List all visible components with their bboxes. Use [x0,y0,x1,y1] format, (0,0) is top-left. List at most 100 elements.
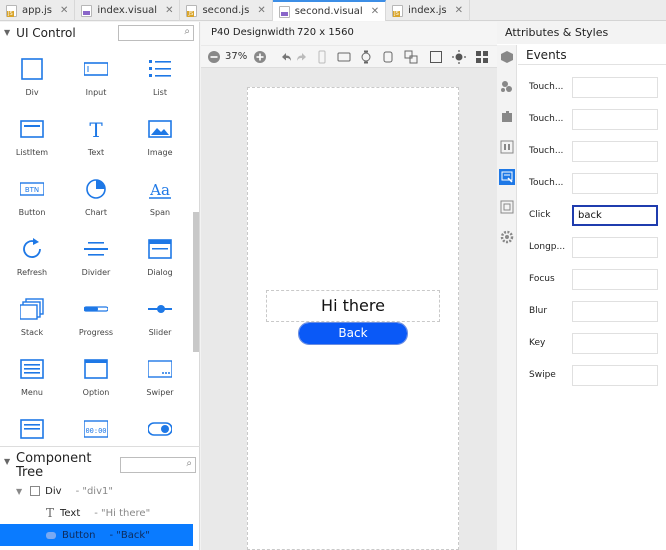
watch-icon[interactable] [359,50,373,64]
tab-app-js[interactable]: app.js ✕ [0,0,76,21]
control-text[interactable]: T Text [64,105,128,165]
close-icon[interactable]: ✕ [60,5,68,16]
list-icon [149,60,171,77]
control-dialog[interactable]: Dialog [128,225,192,285]
expand-caret-icon[interactable]: ▼ [16,487,22,496]
tab-index-js[interactable]: index.js ✕ [386,0,471,21]
control-span[interactable]: Aa Span [128,165,192,225]
control-div[interactable]: Div [0,45,64,105]
close-icon[interactable]: ✕ [257,5,265,16]
control-label: ListItem [15,148,49,157]
tree-node-text[interactable]: T Text - "Hi there" [0,502,193,524]
stack-icon [20,298,44,320]
event-input[interactable] [572,365,658,386]
listitem-icon [20,120,44,138]
event-input[interactable] [572,269,658,290]
close-icon[interactable]: ✕ [165,5,173,16]
control-label: Swiper [146,388,174,397]
text-icon: T [89,118,103,140]
control-list[interactable]: List [128,45,192,105]
puzzle-icon[interactable] [499,109,515,125]
click-event-input[interactable]: back [572,205,658,226]
canvas-back-button[interactable]: Back [298,322,408,345]
tab-index-visual[interactable]: index.visual ✕ [75,0,181,21]
tab-second-js[interactable]: second.js ✕ [180,0,273,21]
event-input[interactable] [572,109,658,130]
link-icon[interactable] [404,50,418,64]
control-scrollbar[interactable] [193,212,199,352]
panel-title: UI Control [16,25,76,40]
tab-second-visual[interactable]: second.visual ✕ [272,0,387,21]
event-label: Touch... [529,146,564,156]
events-icon[interactable] [499,169,515,185]
control-progress[interactable]: Progress [64,285,128,345]
node-id: - "Hi there" [94,507,151,519]
event-row-touchend: Touch... [518,173,666,195]
tree-node-button[interactable]: Button - "Back" [0,524,193,546]
control-label: Image [147,148,173,157]
control-slider[interactable]: Slider [128,285,192,345]
zoom-in-icon[interactable] [253,50,267,64]
undo-icon[interactable] [279,50,293,64]
event-label: Touch... [529,178,564,188]
tablet-icon[interactable] [337,50,351,64]
settings-icon[interactable] [499,229,515,245]
columns-icon[interactable] [499,139,515,155]
close-icon[interactable]: ✕ [371,6,379,17]
control-label: Option [82,388,110,397]
control-input[interactable]: Input [64,45,128,105]
grid-icon[interactable] [475,50,489,64]
control-chart[interactable]: Chart [64,165,128,225]
control-menu[interactable]: Menu [0,345,64,405]
control-label: Span [149,208,171,217]
box-model-icon[interactable] [499,199,515,215]
control-button[interactable]: BTN Button [0,165,64,225]
frame-icon[interactable] [429,50,443,64]
text-node-icon: T [46,506,55,520]
node-id: - "div1" [75,485,113,497]
control-stack[interactable]: Stack [0,285,64,345]
slider-icon [148,305,172,313]
collapse-caret-icon[interactable]: ▼ [4,457,10,466]
wearable-icon[interactable] [381,50,395,64]
layout-icon[interactable] [499,79,515,95]
control-option[interactable]: Option [64,345,128,405]
control-refresh[interactable]: Refresh [0,225,64,285]
control-picker[interactable] [0,405,64,447]
component-tree-header[interactable]: ▼ Component Tree ⌕ [0,446,200,482]
node-name: Div [45,485,62,497]
cube-icon[interactable] [499,49,515,65]
control-timer[interactable]: 00:00 [64,405,128,447]
control-label: List [153,88,167,97]
control-image[interactable]: Image [128,105,192,165]
control-label: Div [25,88,39,97]
event-input[interactable] [572,77,658,98]
device-name[interactable]: P40 Designwidth [211,27,295,38]
control-search-input[interactable]: ⌕ [118,25,194,41]
event-input[interactable] [572,333,658,354]
control-divider[interactable]: Divider [64,225,128,285]
device-canvas[interactable]: Hi there Back [247,87,459,550]
control-label: Progress [78,328,114,337]
event-input[interactable] [572,173,658,194]
tree-search-input[interactable]: ⌕ [120,457,196,473]
event-input[interactable] [572,301,658,322]
control-swiper[interactable]: Swiper [128,345,192,405]
control-label: Text [87,148,105,157]
event-row-touchmove: Touch... [518,109,666,131]
attributes-title: Attributes & Styles [497,22,666,44]
phone-icon[interactable] [315,50,329,64]
collapse-caret-icon[interactable]: ▼ [4,28,10,37]
node-name: Text [60,507,81,519]
zoom-out-icon[interactable] [207,50,221,64]
tree-node-div[interactable]: ▼ Div - "div1" [0,480,193,502]
theme-icon[interactable] [452,50,466,64]
control-listitem[interactable]: ListItem [0,105,64,165]
control-toggle[interactable] [128,405,192,447]
event-input[interactable] [572,141,658,162]
canvas-text-component[interactable]: Hi there [266,290,440,322]
event-input[interactable] [572,237,658,258]
control-label: Button [18,208,46,217]
close-icon[interactable]: ✕ [455,5,463,16]
redo-icon[interactable] [295,50,309,64]
